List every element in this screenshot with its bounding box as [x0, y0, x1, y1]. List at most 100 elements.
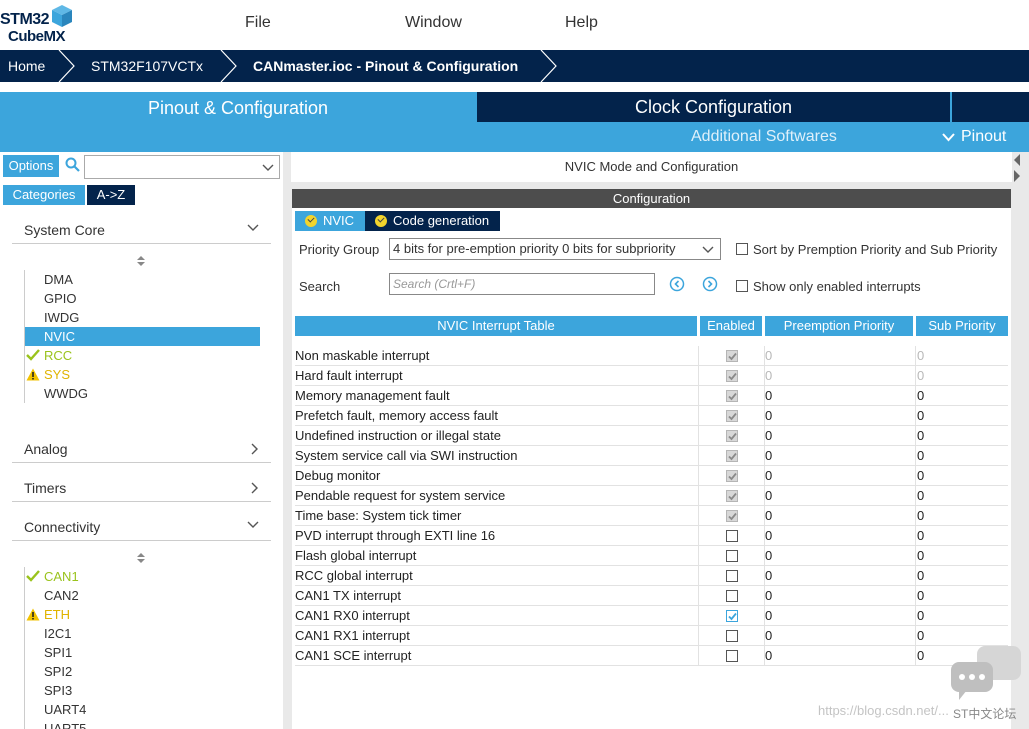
preemption-priority-cell[interactable]: 0 — [765, 468, 772, 483]
pinout-dropdown[interactable]: Pinout — [942, 128, 1006, 146]
preemption-priority-cell[interactable]: 0 — [765, 548, 772, 563]
sub-priority-cell[interactable]: 0 — [915, 446, 1008, 466]
sort-priority-label: Sort by Premption Priority and Sub Prior… — [753, 242, 998, 257]
enabled-checkbox[interactable] — [726, 530, 738, 542]
tab-additional-softwares[interactable]: Additional Softwares — [691, 128, 837, 146]
sub-priority-cell[interactable]: 0 — [915, 386, 1008, 406]
peripheral-label: RCC — [44, 348, 73, 363]
subtab-nvic[interactable]: NVIC — [295, 211, 365, 231]
enabled-checkbox[interactable] — [726, 650, 738, 662]
expand-arrow-icon[interactable] — [1013, 170, 1021, 182]
priority-group-select[interactable]: 4 bits for pre-emption priority 0 bits f… — [389, 238, 721, 260]
sub-priority-cell[interactable]: 0 — [915, 506, 1008, 526]
breadcrumb-device[interactable]: STM32F107VCTx — [91, 50, 203, 82]
configuration-header: Configuration — [292, 189, 1011, 208]
preemption-priority-cell[interactable]: 0 — [765, 448, 772, 463]
peripheral-item[interactable]: WWDG — [25, 384, 260, 403]
sub-priority-cell[interactable]: 0 — [915, 626, 1008, 646]
tab-pinout-configuration[interactable]: Pinout & Configuration — [0, 92, 476, 124]
sub-priority-cell[interactable]: 0 — [915, 526, 1008, 546]
arrow-right-icon[interactable] — [702, 276, 718, 292]
splitter[interactable] — [283, 152, 291, 729]
peripheral-item[interactable]: CAN2 — [25, 586, 260, 605]
table-row: CAN1 SCE interrupt 0 0 — [295, 646, 1008, 666]
peripheral-item[interactable]: SYS — [25, 365, 260, 384]
peripheral-item[interactable]: SPI2 — [25, 662, 260, 681]
peripheral-item[interactable]: DMA — [25, 270, 260, 289]
peripheral-item[interactable]: CAN1 — [25, 567, 260, 586]
peripheral-label: NVIC — [44, 329, 76, 344]
col-header-name[interactable]: NVIC Interrupt Table — [295, 316, 697, 336]
enabled-checkbox[interactable] — [726, 610, 738, 622]
sub-priority-cell[interactable]: 0 — [915, 586, 1008, 606]
right-scrollbar[interactable] — [1012, 152, 1029, 729]
group-timers[interactable]: Timers — [12, 474, 271, 502]
peripheral-item[interactable]: SPI1 — [25, 643, 260, 662]
enabled-checkbox[interactable] — [726, 590, 738, 602]
preemption-priority-cell[interactable]: 0 — [765, 568, 772, 583]
col-header-preemption[interactable]: Preemption Priority — [765, 316, 913, 336]
sub-priority-cell[interactable]: 0 — [915, 486, 1008, 506]
sort-icon[interactable] — [136, 255, 146, 267]
enabled-checkbox — [726, 390, 738, 402]
collapse-arrow-icon[interactable] — [1013, 154, 1021, 166]
preemption-priority-cell[interactable]: 0 — [765, 388, 772, 403]
sub-priority-cell[interactable]: 0 — [915, 566, 1008, 586]
tab-clock-configuration[interactable]: Clock Configuration — [477, 92, 950, 122]
sub-priority-cell[interactable]: 0 — [915, 406, 1008, 426]
col-header-enabled[interactable]: Enabled — [700, 316, 762, 336]
arrow-left-icon[interactable] — [669, 276, 685, 292]
peripheral-search-combo[interactable] — [84, 155, 280, 179]
options-button[interactable]: Options — [3, 155, 59, 177]
peripheral-item[interactable]: IWDG — [25, 308, 260, 327]
preemption-priority-cell[interactable]: 0 — [765, 428, 772, 443]
peripheral-item[interactable]: I2C1 — [25, 624, 260, 643]
peripheral-item[interactable]: SPI3 — [25, 681, 260, 700]
menu-file[interactable]: File — [245, 14, 271, 32]
interrupt-name: Time base: System tick timer — [295, 508, 462, 523]
check-icon — [305, 215, 317, 227]
preemption-priority-cell[interactable]: 0 — [765, 488, 772, 503]
preemption-priority-cell[interactable]: 0 — [765, 608, 772, 623]
preemption-priority-cell: 0 — [765, 368, 773, 383]
tab-extra[interactable] — [952, 92, 1029, 122]
sub-priority-cell[interactable]: 0 — [915, 606, 1008, 626]
sort-priority-checkbox[interactable] — [736, 243, 748, 255]
col-header-sub[interactable]: Sub Priority — [916, 316, 1008, 336]
peripheral-item[interactable]: UART4 — [25, 700, 260, 719]
group-analog[interactable]: Analog — [12, 435, 271, 463]
sub-priority-cell[interactable]: 0 — [915, 466, 1008, 486]
check-icon — [728, 432, 737, 441]
enabled-cell — [698, 646, 765, 666]
sub-priority-cell[interactable]: 0 — [915, 426, 1008, 446]
categories-tab[interactable]: Categories — [3, 185, 85, 205]
peripheral-item[interactable]: GPIO — [25, 289, 260, 308]
breadcrumb-current[interactable]: CANmaster.ioc - Pinout & Configuration — [253, 50, 518, 82]
search-icon[interactable] — [65, 157, 81, 173]
breadcrumb-home[interactable]: Home — [8, 50, 45, 82]
peripheral-item[interactable]: ETH — [25, 605, 260, 624]
preemption-priority-cell[interactable]: 0 — [765, 648, 772, 663]
preemption-priority-cell[interactable]: 0 — [765, 588, 772, 603]
preemption-priority-cell[interactable]: 0 — [765, 408, 772, 423]
group-connectivity[interactable]: Connectivity — [12, 513, 271, 541]
show-enabled-checkbox[interactable] — [736, 280, 748, 292]
subtab-code-generation[interactable]: Code generation — [365, 211, 500, 231]
sub-priority-cell[interactable]: 0 — [915, 546, 1008, 566]
preemption-priority-cell[interactable]: 0 — [765, 528, 772, 543]
peripheral-item[interactable]: NVIC — [25, 327, 260, 346]
sort-icon[interactable] — [136, 552, 146, 564]
peripheral-item[interactable]: RCC — [25, 346, 260, 365]
check-icon — [728, 612, 737, 621]
group-system-core[interactable]: System Core — [12, 216, 271, 244]
enabled-checkbox[interactable] — [726, 630, 738, 642]
menu-window[interactable]: Window — [405, 14, 462, 32]
enabled-checkbox[interactable] — [726, 570, 738, 582]
interrupt-search-input[interactable] — [389, 273, 655, 295]
preemption-priority-cell[interactable]: 0 — [765, 508, 772, 523]
peripheral-item[interactable]: UART5 — [25, 719, 260, 729]
menu-help[interactable]: Help — [565, 14, 598, 32]
enabled-checkbox[interactable] — [726, 550, 738, 562]
a-z-tab[interactable]: A->Z — [87, 185, 135, 205]
preemption-priority-cell[interactable]: 0 — [765, 628, 772, 643]
